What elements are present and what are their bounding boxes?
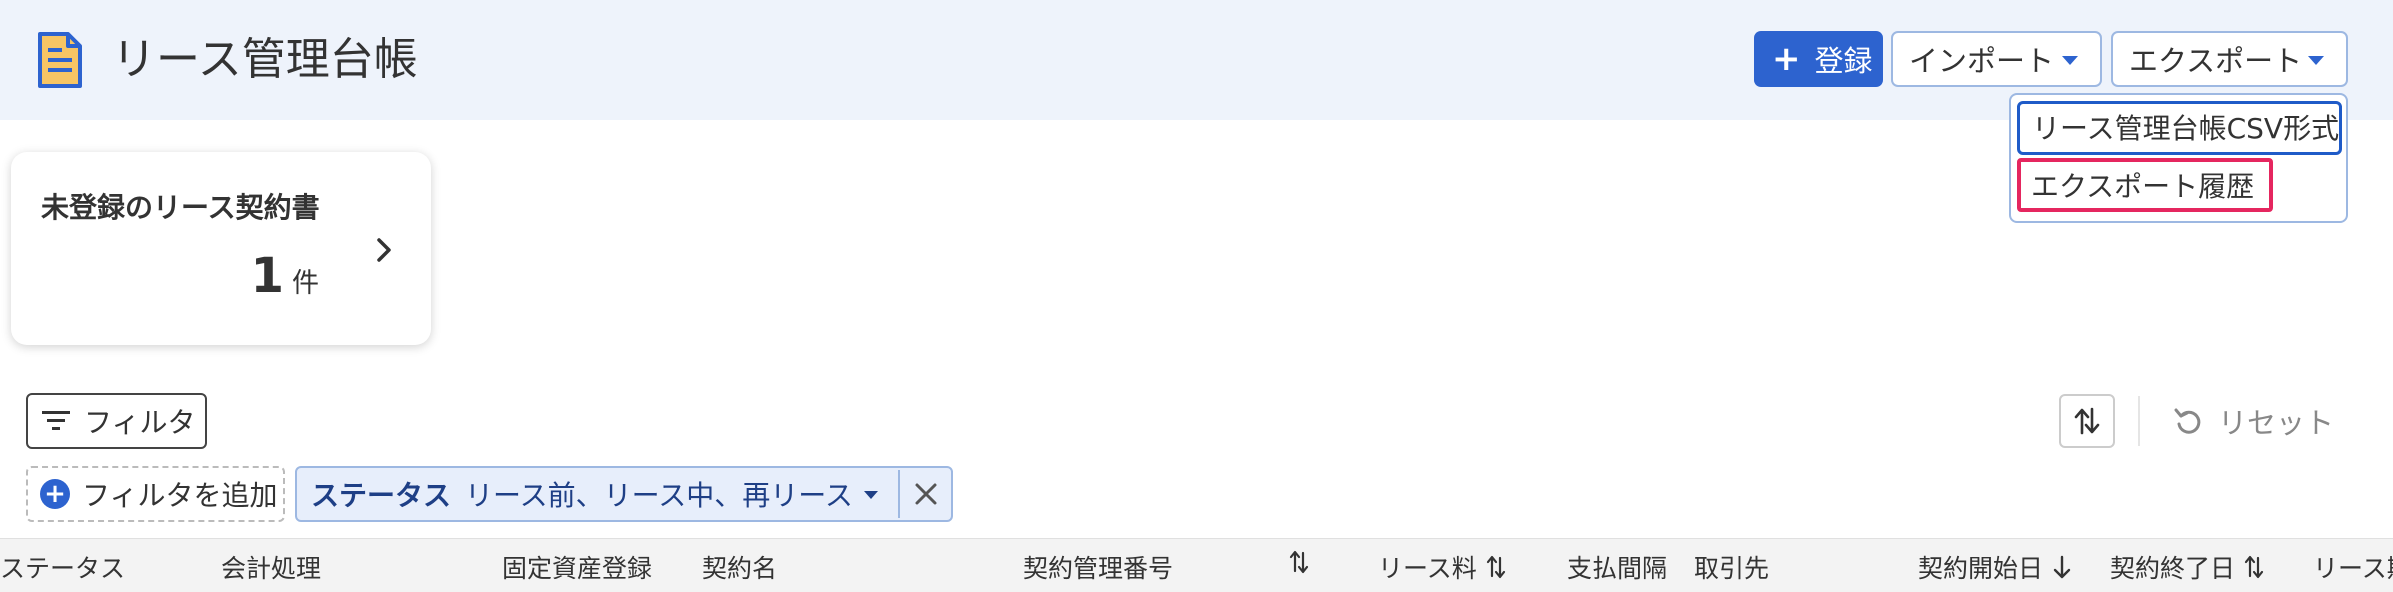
menu-item-csv-export[interactable]: リース管理台帳CSV形式: [2017, 101, 2342, 155]
plus-icon: +: [1772, 39, 1801, 79]
table-header: ステータス 会計処理 固定資産登録 契約名 契約管理番号 リース料 支払間隔 取…: [0, 538, 2393, 592]
count-unit: 件: [292, 268, 319, 299]
chip-label: ステータス: [311, 479, 452, 512]
chevron-right-icon: [377, 238, 391, 262]
sort-button[interactable]: [2059, 394, 2115, 448]
sort-icon: [2074, 407, 2100, 435]
chip-value: リース前、リース中、再リース: [465, 479, 853, 512]
add-filter-label: フィルタを追加: [82, 479, 278, 512]
column-header-lease-fee[interactable]: リース料: [1378, 549, 1507, 585]
filter-icon: [42, 411, 70, 430]
document-icon: [38, 32, 82, 88]
count-value: 1: [250, 248, 284, 304]
column-header-status[interactable]: ステータス: [0, 549, 125, 585]
page-title: リース管理台帳: [112, 34, 418, 85]
column-header-fixed-asset[interactable]: 固定資産登録: [502, 549, 652, 585]
column-header-end-date[interactable]: 契約終了日: [2110, 549, 2265, 585]
plus-circle-icon: +: [40, 479, 70, 509]
column-header-vendor[interactable]: 取引先: [1694, 549, 1769, 585]
column-header-payment-interval[interactable]: 支払間隔: [1567, 549, 1667, 585]
status-filter-chip[interactable]: ステータス リース前、リース中、再リース: [295, 466, 953, 522]
card-title: 未登録のリース契約書: [41, 191, 320, 224]
register-label: 登録: [1814, 44, 1873, 78]
sort-icon: [1289, 550, 1309, 574]
toolbar-divider: [2138, 396, 2140, 446]
filter-label: フィルタ: [84, 406, 196, 439]
column-header-contract-number[interactable]: 契約管理番号: [1023, 549, 1173, 585]
chip-divider: [898, 470, 900, 518]
reset-label: リセット: [2218, 406, 2335, 440]
export-dropdown-menu: リース管理台帳CSV形式 エクスポート履歴: [2009, 93, 2348, 223]
caret-down-icon: [2062, 56, 2078, 65]
menu-item-export-history[interactable]: エクスポート履歴: [2017, 158, 2273, 212]
import-label: インポート: [1909, 44, 2055, 78]
column-header-start-date[interactable]: 契約開始日: [1918, 549, 2073, 585]
import-button[interactable]: インポート: [1891, 31, 2102, 87]
card-count: 1件: [251, 248, 319, 304]
sort-icon: [1486, 555, 1505, 579]
unregistered-contracts-card[interactable]: 未登録のリース契約書 1件: [11, 152, 431, 345]
add-filter-button[interactable]: + フィルタを追加: [26, 466, 285, 522]
export-label: エクスポート: [2129, 44, 2303, 78]
register-button[interactable]: + 登録: [1754, 31, 1883, 87]
sort-icon: [2244, 555, 2264, 579]
caret-down-icon: [2308, 56, 2324, 65]
filter-button[interactable]: フィルタ: [26, 393, 207, 449]
reset-icon: [2174, 408, 2201, 434]
column-header-sort-toggle[interactable]: [1280, 549, 1310, 575]
column-header-accounting[interactable]: 会計処理: [221, 549, 321, 585]
close-icon[interactable]: [911, 479, 941, 509]
caret-down-icon[interactable]: [864, 491, 878, 499]
column-header-lease-period[interactable]: リース期: [2313, 549, 2393, 585]
arrow-down-icon: [2053, 555, 2071, 579]
reset-button[interactable]: リセット: [2172, 400, 2334, 442]
column-header-contract-name[interactable]: 契約名: [702, 549, 777, 585]
export-button[interactable]: エクスポート: [2111, 31, 2348, 87]
